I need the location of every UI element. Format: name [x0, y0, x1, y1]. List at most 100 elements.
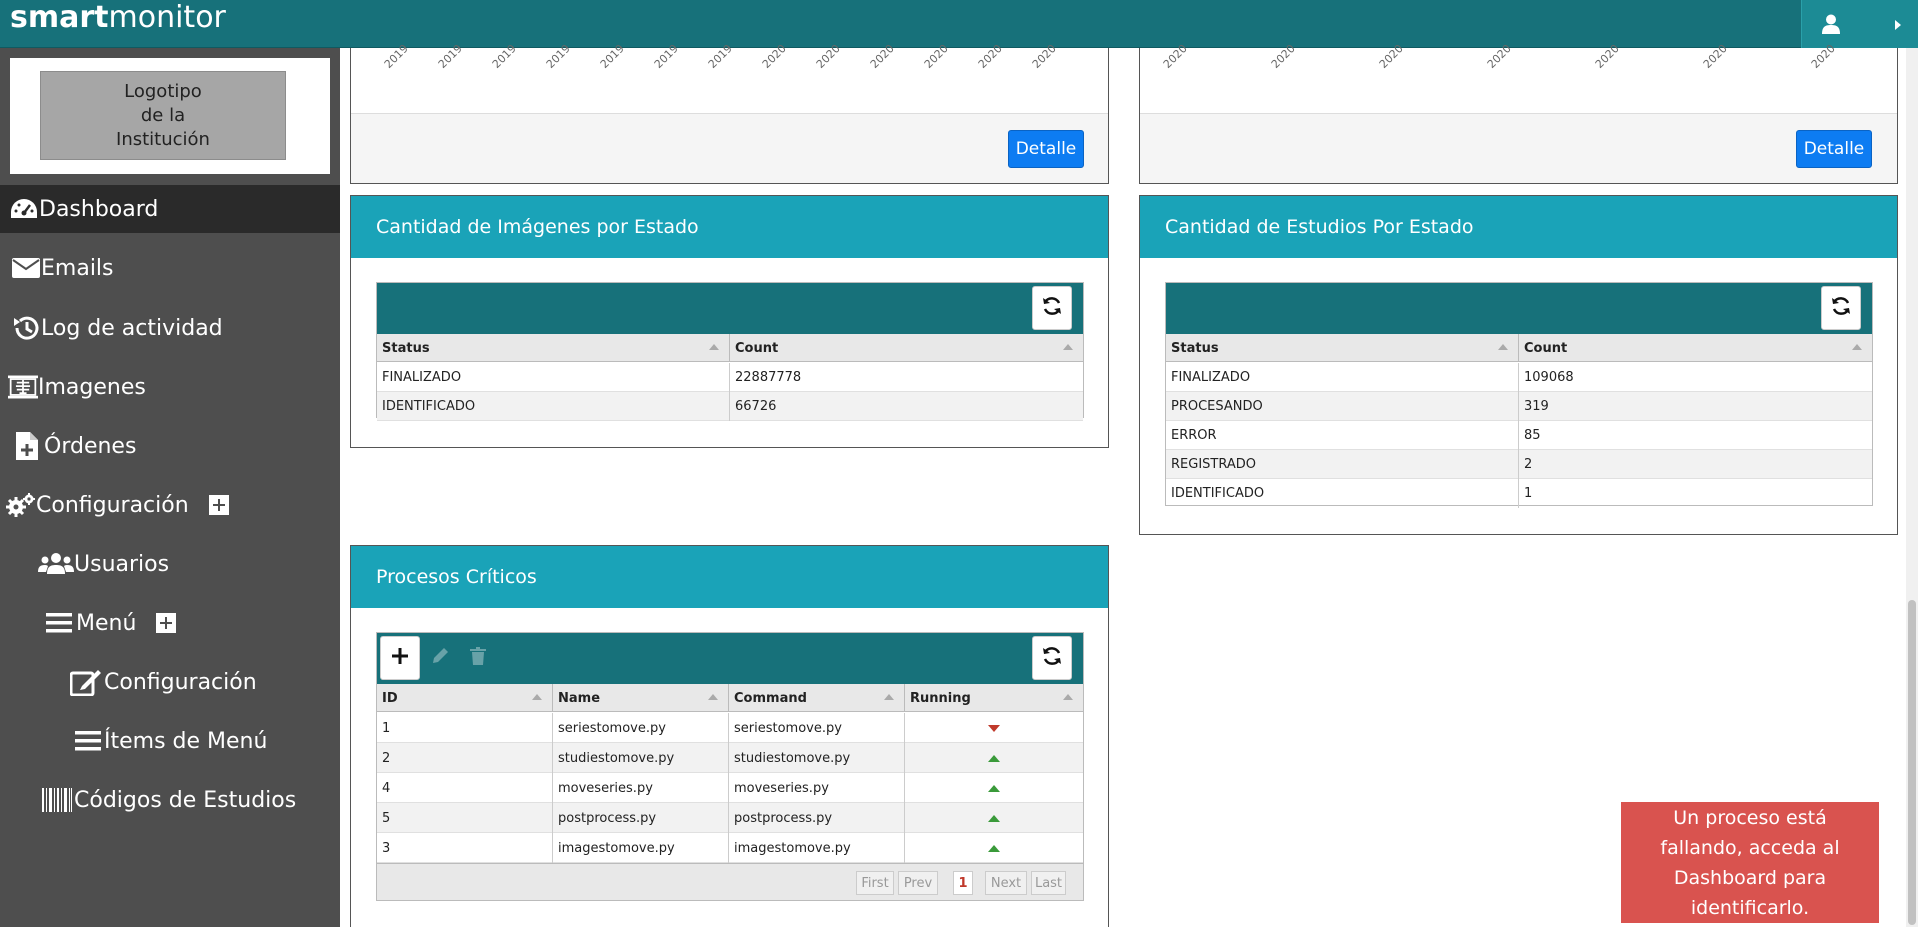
- envelope-icon: [11, 253, 41, 283]
- table-row[interactable]: 5 postprocess.py postprocess.py: [377, 803, 1083, 833]
- grid-header-row: ID Name Command Running: [377, 684, 1083, 712]
- table-row[interactable]: IDENTIFICADO 66726: [377, 392, 1083, 421]
- sidebar-item-label: Códigos de Estudios: [74, 787, 297, 813]
- brand-logo[interactable]: smartmonitor: [10, 0, 226, 36]
- sidebar-item-label: Ítems de Menú: [104, 728, 268, 754]
- current-page[interactable]: 1: [953, 871, 973, 895]
- delete-button[interactable]: [458, 636, 498, 680]
- sidebar-item-log-actividad[interactable]: Log de actividad: [0, 304, 340, 352]
- sidebar-item-dashboard[interactable]: Dashboard: [0, 185, 340, 233]
- expand-plus-icon[interactable]: [208, 495, 229, 515]
- column-header-running[interactable]: Running: [905, 684, 1083, 712]
- page-scrollbar[interactable]: [1906, 48, 1918, 927]
- column-header-status[interactable]: Status: [377, 334, 730, 362]
- failing-process-alert[interactable]: Un proceso está fallando, acceda al Dash…: [1621, 802, 1879, 923]
- top-header: smartmonitor: [0, 0, 1918, 48]
- images-by-status-card: Cantidad de Imágenes por Estado Status C…: [350, 195, 1109, 448]
- institution-logo: Logotipo de la Institución: [40, 71, 286, 160]
- sort-icon: [1063, 344, 1073, 350]
- column-header-label: Running: [910, 690, 971, 706]
- column-header-label: Command: [734, 690, 807, 706]
- table-row[interactable]: IDENTIFICADO 1: [1166, 479, 1872, 508]
- sort-icon: [884, 694, 894, 700]
- sidebar-item-label: Usuarios: [74, 551, 170, 577]
- column-header-id[interactable]: ID: [377, 684, 553, 712]
- column-header-status[interactable]: Status: [1166, 334, 1519, 362]
- card-title: Procesos Críticos: [351, 546, 1108, 608]
- table-row[interactable]: FINALIZADO 109068: [1166, 363, 1872, 392]
- cell-name: postprocess.py: [553, 803, 729, 833]
- expand-plus-icon[interactable]: [156, 613, 177, 633]
- sidebar-item-usuarios[interactable]: Usuarios: [0, 540, 340, 588]
- cell-running: [905, 713, 1083, 743]
- sidebar-item-items-menu[interactable]: Ítems de Menú: [0, 717, 340, 765]
- card-title: Cantidad de Estudios Por Estado: [1140, 196, 1897, 258]
- sidebar-item-label: Dashboard: [39, 196, 159, 222]
- scrollbar-thumb[interactable]: [1908, 600, 1916, 925]
- sidebar-item-codigos-estudios[interactable]: Códigos de Estudios: [0, 776, 340, 824]
- sidebar-item-menu[interactable]: Menú: [0, 599, 340, 647]
- cell-status: REGISTRADO: [1166, 450, 1519, 479]
- edit-icon: [68, 667, 104, 697]
- cell-command: studiestomove.py: [729, 743, 905, 773]
- sort-icon: [532, 694, 542, 700]
- column-header-count[interactable]: Count: [730, 334, 1083, 362]
- file-plus-icon: [12, 431, 42, 461]
- sidebar-item-emails[interactable]: Emails: [0, 244, 340, 292]
- table-row[interactable]: 3 imagestomove.py imagestomove.py: [377, 833, 1083, 863]
- sidebar-item-ordenes[interactable]: Órdenes: [0, 422, 340, 470]
- table-row[interactable]: 2 studiestomove.py studiestomove.py: [377, 743, 1083, 773]
- column-header-count[interactable]: Count: [1519, 334, 1872, 362]
- cell-id: 1: [377, 713, 553, 743]
- tachometer-icon: [9, 194, 39, 224]
- grid-header-row: Status Count: [377, 334, 1083, 362]
- table-row[interactable]: FINALIZADO 22887778: [377, 363, 1083, 392]
- sidebar-item-label: Órdenes: [44, 433, 137, 459]
- add-button[interactable]: [380, 636, 420, 680]
- detalle-button[interactable]: Detalle: [1796, 130, 1872, 168]
- prev-page-button[interactable]: Prev: [898, 871, 938, 895]
- cell-running: [905, 773, 1083, 803]
- sidebar-item-menu-configuracion[interactable]: Configuración: [0, 658, 340, 706]
- cell-name: moveseries.py: [553, 773, 729, 803]
- table-row[interactable]: ERROR 85: [1166, 421, 1872, 450]
- cell-status: ERROR: [1166, 421, 1519, 450]
- sidebar-item-imagenes[interactable]: Imagenes: [0, 363, 340, 411]
- cell-running: [905, 833, 1083, 863]
- edit-button[interactable]: [420, 636, 460, 680]
- last-page-button[interactable]: Last: [1031, 871, 1066, 895]
- sidebar-item-configuracion[interactable]: Configuración: [0, 481, 340, 529]
- refresh-icon: [1041, 645, 1063, 671]
- table-row[interactable]: 1 seriestomove.py seriestomove.py: [377, 713, 1083, 743]
- table-row[interactable]: REGISTRADO 2: [1166, 450, 1872, 479]
- next-page-button[interactable]: Next: [985, 871, 1027, 895]
- studies-by-status-card: Cantidad de Estudios Por Estado Status C…: [1139, 195, 1898, 535]
- column-header-command[interactable]: Command: [729, 684, 905, 712]
- cell-running: [905, 743, 1083, 773]
- cell-count: 85: [1524, 428, 1541, 443]
- column-header-name[interactable]: Name: [553, 684, 729, 712]
- table-row[interactable]: 4 moveseries.py moveseries.py: [377, 773, 1083, 803]
- cell-running: [905, 803, 1083, 833]
- sort-icon: [709, 344, 719, 350]
- pencil-icon: [431, 647, 449, 669]
- user-menu-button[interactable]: [1801, 0, 1918, 48]
- grid-toolbar: [377, 633, 1083, 684]
- sidebar-item-label: Log de actividad: [41, 315, 223, 341]
- cell-id: 2: [377, 743, 553, 773]
- sort-icon: [1498, 344, 1508, 350]
- trash-icon: [470, 647, 486, 669]
- column-header-label: ID: [382, 690, 398, 706]
- sidebar-item-label: Imagenes: [38, 374, 146, 400]
- refresh-button[interactable]: [1032, 286, 1072, 330]
- bars-icon: [72, 726, 104, 756]
- first-page-button[interactable]: First: [856, 871, 894, 895]
- refresh-button[interactable]: [1821, 286, 1861, 330]
- refresh-button[interactable]: [1032, 636, 1072, 680]
- sidebar-item-label: Emails: [41, 255, 114, 281]
- card-title: Cantidad de Imágenes por Estado: [351, 196, 1108, 258]
- cell-status: FINALIZADO: [377, 363, 730, 392]
- detalle-button[interactable]: Detalle: [1008, 130, 1084, 168]
- images-status-grid: Status Count FINALIZADO 22887778 IDENTIF…: [376, 282, 1084, 421]
- table-row[interactable]: PROCESANDO 319: [1166, 392, 1872, 421]
